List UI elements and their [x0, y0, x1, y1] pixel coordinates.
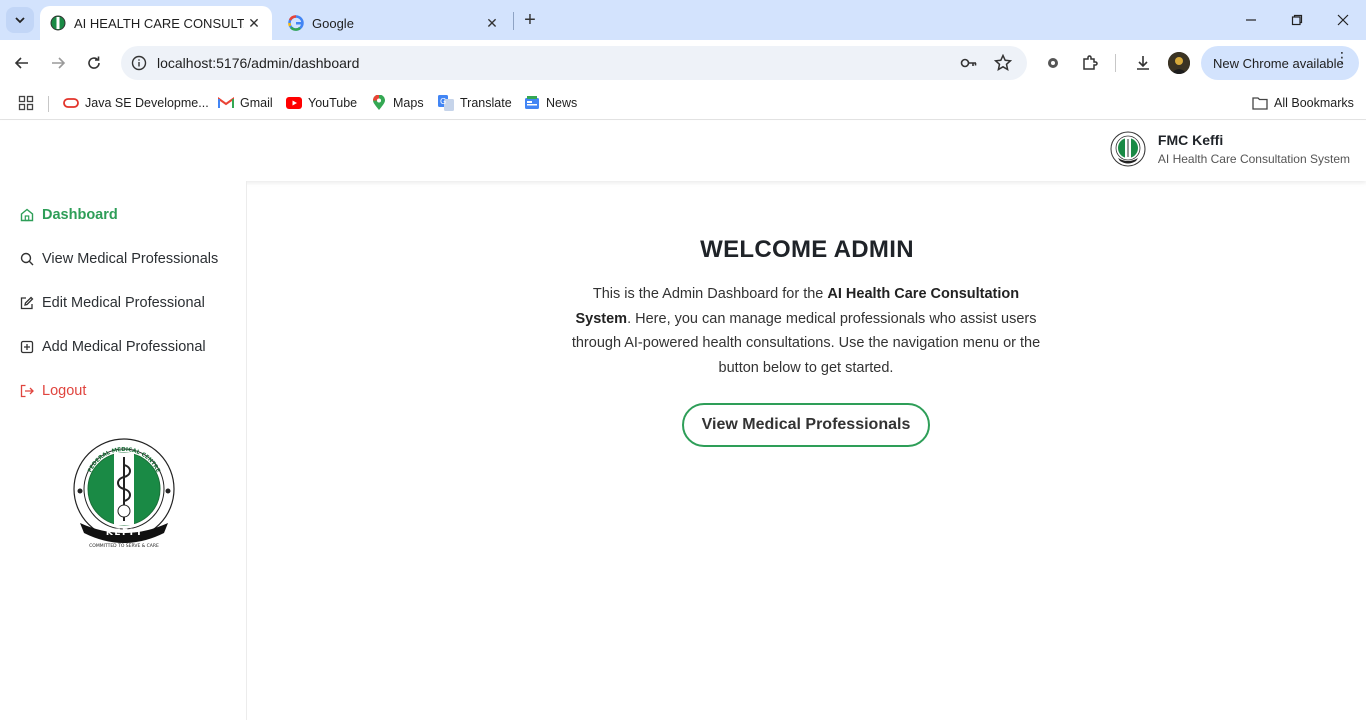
sidebar-item-label: Edit Medical Professional	[42, 295, 205, 311]
search-icon	[20, 252, 34, 266]
google-icon	[288, 15, 304, 31]
tab-search-button[interactable]	[6, 7, 34, 33]
bookmark-label: Maps	[393, 96, 424, 110]
minimize-icon[interactable]	[1228, 0, 1274, 40]
close-icon[interactable]: ✕	[482, 13, 502, 33]
youtube-icon	[286, 95, 302, 111]
tab-active[interactable]: AI HEALTH CARE CONSULTATIO ✕	[40, 6, 272, 40]
bookmark-label: News	[546, 96, 578, 110]
url-text[interactable]: localhost:5176/admin/dashboard	[157, 55, 359, 71]
brand-block: FMC Keffi AI Health Care Consultation Sy…	[1110, 131, 1350, 167]
tab-title: Google	[312, 15, 354, 31]
bookmark-label: Java SE Developme...	[85, 96, 209, 110]
translate-icon: G	[438, 95, 454, 111]
sidebar-item-label: Dashboard	[42, 207, 118, 223]
browser-toolbar: localhost:5176/admin/dashboard New Chrom…	[0, 40, 1366, 86]
edit-icon	[20, 296, 34, 310]
news-icon	[524, 95, 540, 111]
folder-icon	[1252, 95, 1268, 111]
bookmark-label: Gmail	[240, 96, 273, 110]
password-key-icon[interactable]	[959, 53, 979, 73]
all-bookmarks-button[interactable]: All Bookmarks	[1252, 92, 1354, 114]
intro-text: This is the Admin Dashboard for the	[592, 286, 828, 302]
forward-arrow-icon[interactable]	[43, 48, 73, 78]
restore-icon[interactable]	[1274, 0, 1320, 40]
bookmark-java[interactable]: Java SE Developme...	[63, 92, 209, 114]
fmc-favicon-icon	[50, 15, 66, 31]
sidebar-item-label: Add Medical Professional	[42, 339, 206, 355]
address-bar[interactable]: localhost:5176/admin/dashboard	[121, 46, 1027, 80]
svg-text:G: G	[440, 97, 446, 106]
tab-google[interactable]: Google ✕	[278, 6, 510, 40]
sidebar-item-add-professional[interactable]: Add Medical Professional	[20, 336, 206, 358]
tab-strip: AI HEALTH CARE CONSULTATIO ✕ Google ✕ +	[0, 0, 1366, 40]
bookmark-label: YouTube	[308, 96, 358, 110]
tab-title: AI HEALTH CARE CONSULTATIO	[74, 15, 244, 31]
bookmark-label: All Bookmarks	[1274, 96, 1354, 110]
toolbar-separator	[1115, 54, 1116, 72]
bookmark-separator	[48, 96, 49, 112]
download-icon[interactable]	[1130, 50, 1156, 76]
plus-square-icon	[20, 340, 34, 354]
logo-motto-text: COMMITTED TO SERVE & CARE	[89, 543, 159, 549]
sidebar-item-edit-professional[interactable]: Edit Medical Professional	[20, 292, 205, 314]
bookmark-label: Translate	[460, 96, 512, 110]
sidebar-item-label: View Medical Professionals	[42, 251, 219, 267]
page-title: WELCOME ADMIN	[700, 236, 914, 263]
fmc-keffi-logo: KEFFI FEDERAL MEDICAL CENTRE COMMITTED T…	[73, 438, 175, 549]
bookmark-news[interactable]: News	[524, 92, 577, 114]
logout-icon	[20, 384, 34, 398]
main-content: WELCOME ADMIN This is the Admin Dashboar…	[248, 181, 1366, 720]
intro-text: . Here, you can manage medical professio…	[571, 310, 1041, 376]
apps-grid-icon[interactable]	[18, 92, 34, 114]
bookmark-youtube[interactable]: YouTube	[286, 92, 357, 114]
new-chrome-label: New Chrome available	[1213, 55, 1344, 71]
system-name: AI Health Care Consultation System	[1157, 152, 1350, 166]
home-icon	[20, 208, 34, 222]
chevron-down-icon	[15, 17, 25, 24]
maps-icon	[371, 95, 387, 111]
oracle-icon	[63, 95, 79, 111]
bookmark-star-icon[interactable]	[993, 53, 1013, 73]
lens-extension-icon[interactable]	[1040, 50, 1066, 76]
more-vert-icon[interactable]: ⋮	[1335, 50, 1349, 64]
fmc-logo-icon	[1110, 131, 1146, 167]
bookmarks-bar: Java SE Developme... Gmail YouTube Maps …	[0, 86, 1366, 120]
close-icon[interactable]: ✕	[244, 13, 264, 33]
window-close-icon[interactable]	[1320, 0, 1366, 40]
new-chrome-available-button[interactable]: New Chrome available ⋮	[1201, 46, 1359, 80]
reload-icon[interactable]	[79, 48, 109, 78]
gmail-icon	[218, 95, 234, 111]
sidebar-item-dashboard[interactable]: Dashboard	[20, 204, 118, 226]
app-header: FMC Keffi AI Health Care Consultation Sy…	[0, 121, 1366, 181]
bookmark-gmail[interactable]: Gmail	[218, 92, 273, 114]
sidebar-item-logout[interactable]: Logout	[20, 380, 86, 402]
bookmark-maps[interactable]: Maps	[371, 92, 424, 114]
sidebar: Dashboard View Medical Professionals Edi…	[0, 181, 247, 720]
sidebar-item-label: Logout	[42, 383, 87, 399]
extensions-puzzle-icon[interactable]	[1077, 50, 1103, 76]
site-info-icon[interactable]	[129, 53, 149, 73]
back-arrow-icon[interactable]	[7, 48, 37, 78]
bookmark-translate[interactable]: G Translate	[438, 92, 512, 114]
intro-paragraph: This is the Admin Dashboard for the AI H…	[570, 282, 1042, 380]
sidebar-item-view-professionals[interactable]: View Medical Professionals	[20, 248, 218, 270]
logo-keffi-text: KEFFI	[106, 528, 142, 538]
view-professionals-button[interactable]: View Medical Professionals	[682, 403, 930, 447]
profile-avatar[interactable]	[1168, 52, 1190, 74]
tab-separator	[513, 12, 514, 30]
org-name: FMC Keffi	[1157, 132, 1224, 148]
new-tab-plus-icon[interactable]: +	[518, 8, 542, 32]
